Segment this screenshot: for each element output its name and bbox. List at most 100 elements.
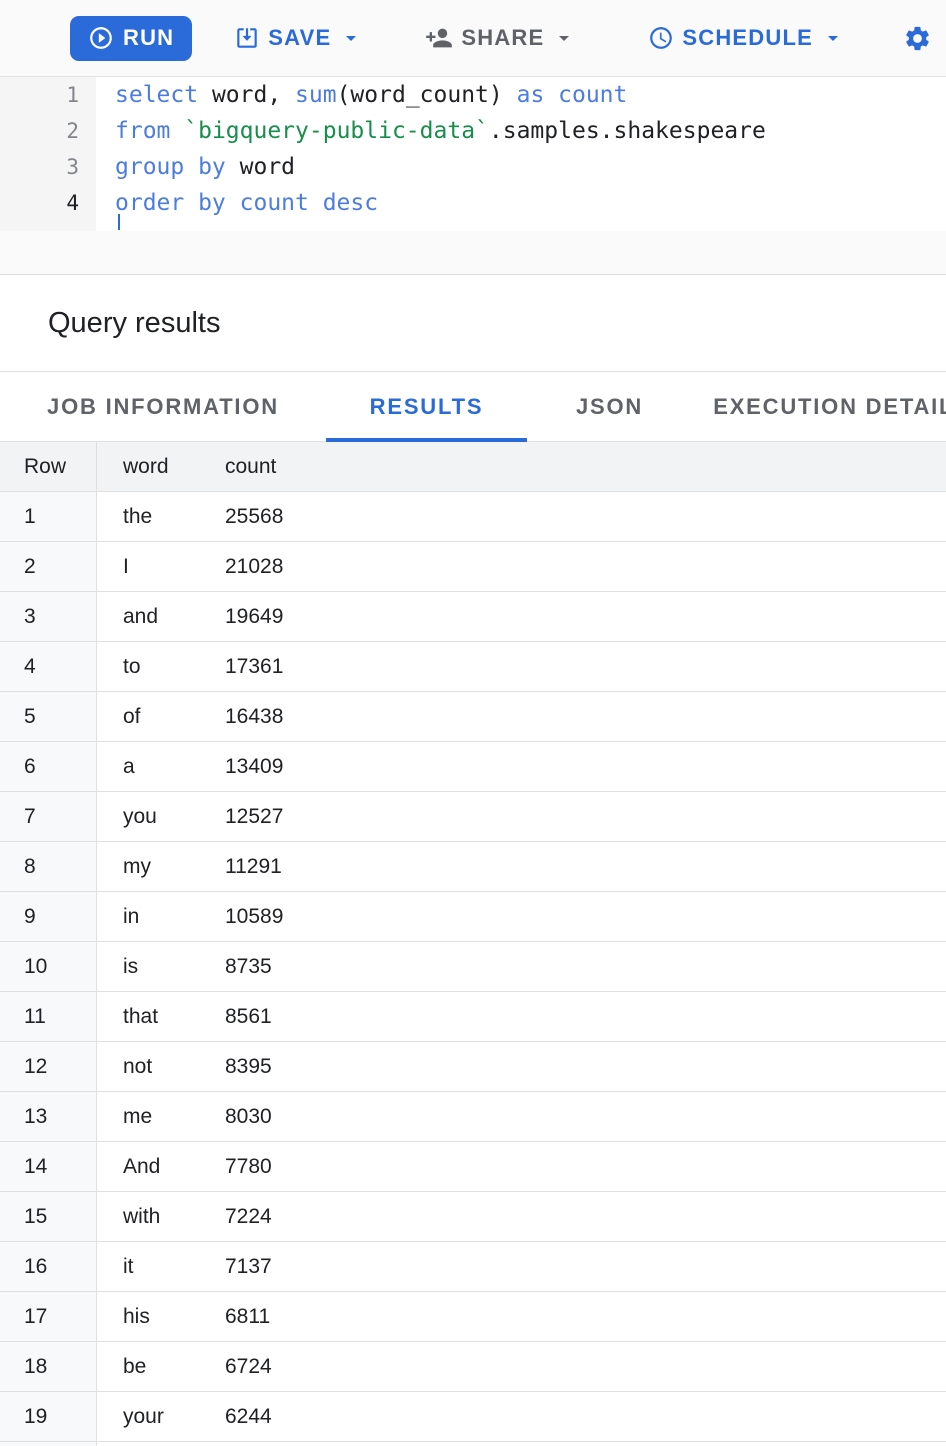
cell-count: 17361 [199, 642, 946, 691]
code-token: sum [295, 82, 337, 108]
clock-icon [648, 25, 674, 51]
settings-button[interactable] [903, 24, 932, 53]
table-row[interactable]: 16 it 7137 [0, 1242, 946, 1292]
cell-count: 10589 [199, 892, 946, 941]
query-toolbar: RUN SAVE SHARE SCHEDULE [0, 0, 946, 77]
cell-count: 11291 [199, 842, 946, 891]
cell-row-number: 18 [0, 1342, 97, 1391]
cell-row-number: 17 [0, 1292, 97, 1341]
cell-row-number: 1 [0, 492, 97, 541]
table-row[interactable]: 19 your 6244 [0, 1392, 946, 1442]
cell-word: not [97, 1042, 199, 1091]
schedule-button-label: SCHEDULE [682, 25, 813, 51]
table-row[interactable]: 7 you 12527 [0, 792, 946, 842]
panel-gap [0, 231, 946, 275]
cell-count: 7780 [199, 1142, 946, 1191]
cell-row-number: 5 [0, 692, 97, 741]
code-line[interactable]: order by count desc [115, 185, 946, 221]
code-line[interactable]: from `bigquery-public-data`.samples.shak… [115, 113, 946, 149]
table-row[interactable]: 14 And 7780 [0, 1142, 946, 1192]
code-token: `bigquery-public-data` [184, 118, 489, 144]
cell-word: your [97, 1392, 199, 1441]
tab-json[interactable]: JSON [527, 372, 692, 441]
cell-row-number: 15 [0, 1192, 97, 1241]
table-row[interactable]: 3 and 19649 [0, 592, 946, 642]
line-number: 4 [0, 185, 79, 221]
schedule-button[interactable]: SCHEDULE [648, 25, 845, 51]
table-row[interactable]: 11 that 8561 [0, 992, 946, 1042]
code-token: as count [517, 82, 628, 108]
code-token: select [115, 82, 198, 108]
table-row[interactable]: 8 my 11291 [0, 842, 946, 892]
cell-row-number: 2 [0, 542, 97, 591]
table-row[interactable]: 2 I 21028 [0, 542, 946, 592]
editor-code[interactable]: select word, sum(word_count) as countfro… [96, 77, 946, 231]
share-button[interactable]: SHARE [425, 24, 576, 52]
cell-row-number: 19 [0, 1392, 97, 1441]
cell-word: I [97, 542, 199, 591]
cell-count: 19649 [199, 592, 946, 641]
table-row[interactable]: 12 not 8395 [0, 1042, 946, 1092]
code-token: order by count desc [115, 190, 378, 216]
cell-row-number: 4 [0, 642, 97, 691]
cell-row-number: 9 [0, 892, 97, 941]
tab-results[interactable]: RESULTS [326, 372, 527, 441]
cell-row-number: 7 [0, 792, 97, 841]
cell-count: 8561 [199, 992, 946, 1041]
cell-word: my [97, 842, 199, 891]
gear-icon [903, 24, 932, 53]
cell-row-number: 3 [0, 592, 97, 641]
cell-count: 6244 [199, 1392, 946, 1441]
table-row[interactable]: 15 with 7224 [0, 1192, 946, 1242]
cell-word: of [97, 692, 199, 741]
tab-execution-details[interactable]: EXECUTION DETAILS [692, 372, 946, 441]
sql-editor[interactable]: 1234 select word, sum(word_count) as cou… [0, 77, 946, 231]
cell-count: 13409 [199, 742, 946, 791]
table-row[interactable]: 18 be 6724 [0, 1342, 946, 1392]
cell-word: his [97, 1292, 199, 1341]
cell-word: a [97, 742, 199, 791]
cell-word: me [97, 1092, 199, 1141]
table-row-partial [0, 1442, 946, 1446]
table-row[interactable]: 4 to 17361 [0, 642, 946, 692]
page-title: Query results [48, 307, 220, 340]
caret-down-icon [339, 26, 363, 50]
table-row[interactable]: 6 a 13409 [0, 742, 946, 792]
text-cursor [118, 214, 120, 230]
run-button[interactable]: RUN [70, 16, 192, 61]
cell-row-number: 8 [0, 842, 97, 891]
cell-row-number: 11 [0, 992, 97, 1041]
cell-word: you [97, 792, 199, 841]
cell-count: 7137 [199, 1242, 946, 1291]
table-row[interactable]: 1 the 25568 [0, 492, 946, 542]
cell-count: 8030 [199, 1092, 946, 1141]
save-button[interactable]: SAVE [234, 25, 363, 51]
cell-count: 12527 [199, 792, 946, 841]
code-line[interactable]: group by word [115, 149, 946, 185]
cell-count: 6811 [199, 1292, 946, 1341]
code-token: group by [115, 154, 226, 180]
cell-count: 6724 [199, 1342, 946, 1391]
code-token: from [115, 118, 170, 144]
table-row[interactable]: 5 of 16438 [0, 692, 946, 742]
bigquery-console: RUN SAVE SHARE SCHEDULE [0, 0, 946, 1446]
table-body: 1 the 25568 2 I 21028 3 and 19649 4 to 1… [0, 492, 946, 1442]
tab-job-information[interactable]: JOB INFORMATION [0, 372, 326, 441]
cell-row-number: 13 [0, 1092, 97, 1141]
line-number: 1 [0, 77, 79, 113]
cell-word: be [97, 1342, 199, 1391]
person-add-icon [425, 24, 453, 52]
column-header-word: word [97, 442, 199, 491]
table-row[interactable]: 17 his 6811 [0, 1292, 946, 1342]
code-token: (word_count) [337, 82, 517, 108]
table-header: Row word count [0, 442, 946, 492]
code-token: word [226, 154, 295, 180]
table-row[interactable]: 10 is 8735 [0, 942, 946, 992]
cell-word: it [97, 1242, 199, 1291]
code-line[interactable]: select word, sum(word_count) as count [115, 77, 946, 113]
table-row[interactable]: 9 in 10589 [0, 892, 946, 942]
cell-count: 25568 [199, 492, 946, 541]
editor-gutter: 1234 [0, 77, 96, 231]
table-row[interactable]: 13 me 8030 [0, 1092, 946, 1142]
run-button-label: RUN [123, 25, 174, 51]
